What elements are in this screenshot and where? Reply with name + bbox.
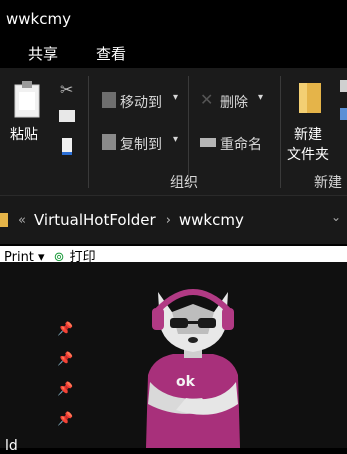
- rename-label: 重命名: [220, 137, 262, 153]
- new-folder-label-line1: 新建: [294, 127, 322, 143]
- clipboard-icon: [14, 81, 40, 118]
- copy-to-label: 复制到: [120, 137, 162, 153]
- ribbon-tabs: 共享 查看: [0, 38, 347, 68]
- svg-text:ok: ok: [176, 374, 196, 390]
- new-folder-label-line2: 文件夹: [287, 147, 329, 163]
- chevron-down-icon[interactable]: ⌄: [331, 210, 341, 224]
- title-bar: wwkcmy: [0, 0, 347, 38]
- copy-icon: [102, 134, 116, 150]
- print-toolbar-strip: Print ▾ ⊚ 打印: [0, 246, 347, 262]
- nav-item-label[interactable]: ld: [5, 438, 18, 454]
- ribbon-separator: [280, 76, 281, 188]
- paste-label: 粘贴: [10, 127, 38, 143]
- chevron-down-icon: ▾: [173, 134, 179, 145]
- chevron-down-icon: ▾: [173, 92, 179, 103]
- move-to-label: 移动到: [120, 95, 162, 111]
- easy-access-icon[interactable]: [340, 108, 347, 120]
- print-icon: ⊚: [53, 250, 65, 262]
- ribbon-panel: 粘贴 ✂ 移动到 ▾ 复制到 ▾ ✕ 删除 ▾ 重命名 新建 文件夹 组织 新建: [0, 68, 347, 195]
- pin-icon[interactable]: 📌: [57, 412, 73, 427]
- breadcrumb-overflow[interactable]: «: [18, 213, 26, 228]
- copy-to-button[interactable]: 复制到 ▾: [100, 132, 184, 154]
- breadcrumb-separator: ›: [165, 212, 171, 228]
- pin-icon[interactable]: 📌: [57, 382, 73, 397]
- breadcrumb-virtualhotfolder[interactable]: VirtualHotFolder: [34, 211, 156, 229]
- close-icon: ✕: [200, 90, 214, 109]
- copy-path-icon[interactable]: [59, 110, 75, 122]
- tab-share[interactable]: 共享: [28, 43, 58, 64]
- new-folder-button[interactable]: 新建 文件夹: [284, 78, 340, 168]
- delete-label: 删除: [220, 95, 248, 111]
- rename-icon: [200, 138, 216, 147]
- rename-button[interactable]: 重命名: [198, 132, 272, 154]
- paste-button[interactable]: 粘贴: [6, 78, 50, 162]
- window-title: wwkcmy: [6, 10, 71, 28]
- wolf-thumbnail-image[interactable]: ok: [128, 270, 258, 448]
- delete-button[interactable]: ✕ 删除 ▾: [198, 90, 272, 112]
- group-label-new: 新建: [314, 175, 342, 191]
- file-content-area: 📌 📌 📌 📌 ld ok: [0, 262, 347, 454]
- tab-view[interactable]: 查看: [96, 43, 126, 64]
- folder-icon: [0, 213, 8, 227]
- breadcrumb-wwkcmy[interactable]: wwkcmy: [179, 211, 244, 229]
- folder-icon: [299, 83, 321, 113]
- cut-icon[interactable]: ✂: [60, 80, 73, 99]
- chevron-down-icon: ▾: [258, 92, 264, 103]
- pin-icon[interactable]: 📌: [57, 322, 73, 337]
- ribbon-separator: [88, 76, 89, 188]
- address-bar[interactable]: « VirtualHotFolder › wwkcmy ⌄: [0, 195, 347, 244]
- move-icon: [102, 92, 116, 108]
- print-cn-label[interactable]: 打印: [70, 250, 96, 262]
- print-menu[interactable]: Print ▾: [4, 250, 45, 262]
- pin-icon[interactable]: 📌: [57, 352, 73, 367]
- new-item-icon[interactable]: [340, 80, 347, 92]
- move-to-button[interactable]: 移动到 ▾: [100, 90, 184, 112]
- group-label-organize: 组织: [170, 175, 198, 191]
- paste-shortcut-icon[interactable]: [62, 138, 72, 155]
